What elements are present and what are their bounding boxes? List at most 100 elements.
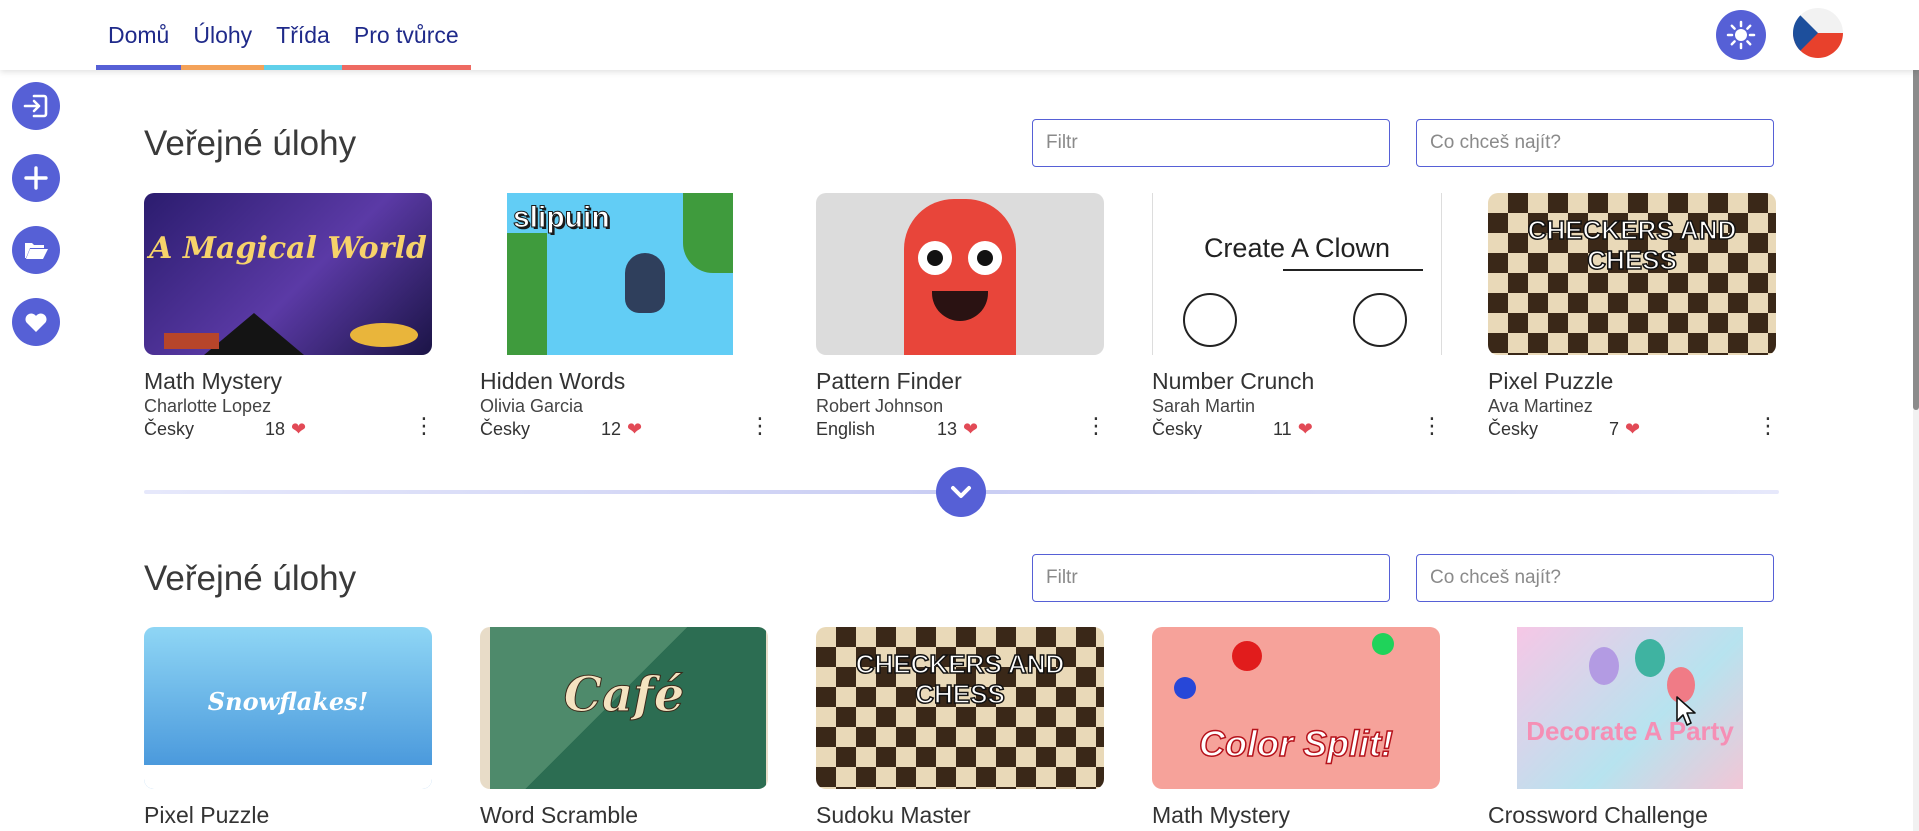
task-thumbnail <box>816 193 1104 355</box>
balloon-graphic <box>1635 639 1665 677</box>
theme-toggle-button[interactable] <box>1716 10 1766 60</box>
filter-input[interactable] <box>1032 554 1390 602</box>
like-count[interactable]: 7 ❤ <box>1609 418 1640 441</box>
section-title: Veřejné úlohy <box>144 124 357 163</box>
task-title: Hidden Words <box>480 368 626 394</box>
thumbnail-caption: CHECKERS AND CHESS <box>1527 214 1737 276</box>
left-sidebar <box>12 82 60 370</box>
search-input[interactable] <box>1416 554 1774 602</box>
favorites-button[interactable] <box>12 298 60 346</box>
thumbnail-scene: Decorate A Party <box>1517 627 1743 789</box>
login-icon <box>23 94 48 118</box>
task-card[interactable]: Café Word Scramble <box>480 627 769 829</box>
task-language: Česky <box>480 419 531 439</box>
tab-tasks-label: Úlohy <box>193 21 253 48</box>
czech-flag-icon <box>1793 8 1843 58</box>
tab-home[interactable]: Domů <box>96 0 182 70</box>
task-thumbnail: CHECKERS AND CHESS <box>816 627 1104 789</box>
like-number: 7 <box>1609 419 1620 439</box>
tab-class-underline <box>264 65 342 70</box>
like-count[interactable]: 12 ❤ <box>601 418 642 441</box>
task-card[interactable]: Snowflakes! Pixel Puzzle <box>144 627 433 829</box>
thumbnail-caption: Snowflakes! <box>207 687 369 716</box>
task-title: Math Mystery <box>1152 802 1291 828</box>
thumbnail-caption: Café <box>563 667 685 724</box>
clown-face-graphic <box>1183 293 1237 347</box>
create-task-button[interactable] <box>12 154 60 202</box>
thumbnail-caption: CHECKERS AND CHESS <box>855 648 1065 710</box>
dot-graphic <box>1372 633 1394 655</box>
task-thumbnail: A Magical World <box>144 193 432 355</box>
thumbnail-caption: Decorate A Party <box>1526 716 1734 746</box>
tab-for-creators[interactable]: Pro tvůrce <box>341 0 471 70</box>
more-options-icon[interactable]: ⋮ <box>1085 415 1107 437</box>
tab-class[interactable]: Třída <box>264 0 342 70</box>
task-language: Česky <box>1488 419 1539 439</box>
task-language: Česky <box>144 419 195 439</box>
task-card[interactable]: slipuin Hidden Words Olivia Garcia Česky… <box>480 193 771 441</box>
task-author: Charlotte Lopez <box>144 396 272 416</box>
task-card[interactable]: CHECKERS AND CHESS Pixel Puzzle Ava Mart… <box>1488 193 1779 441</box>
more-options-icon[interactable]: ⋮ <box>1757 415 1779 437</box>
task-thumbnail: slipuin <box>480 193 768 355</box>
task-title: Pattern Finder <box>816 368 962 394</box>
language-button[interactable] <box>1793 8 1843 58</box>
caption-strip <box>144 765 432 789</box>
task-card[interactable]: Color Split! Math Mystery <box>1152 627 1441 829</box>
thumbnail-caption: Create A Clown <box>1203 233 1391 263</box>
more-options-icon[interactable]: ⋮ <box>1421 415 1443 437</box>
thumbnail-caption: Color Split! <box>1198 722 1393 765</box>
task-title: Sudoku Master <box>816 802 971 828</box>
page-scrollbar[interactable] <box>1913 0 1919 831</box>
more-options-icon[interactable]: ⋮ <box>413 415 435 437</box>
like-count[interactable]: 11 ❤ <box>1273 418 1313 441</box>
like-number: 18 <box>265 419 286 439</box>
search-input[interactable] <box>1416 119 1774 167</box>
filter-input[interactable] <box>1032 119 1390 167</box>
task-title: Pixel Puzzle <box>1488 368 1614 394</box>
tab-tasks-underline <box>181 65 265 70</box>
login-button[interactable] <box>12 82 60 130</box>
task-title: Pixel Puzzle <box>144 802 270 828</box>
tree-graphic <box>683 193 733 273</box>
penguin-graphic <box>625 253 665 313</box>
heart-icon: ❤ <box>627 419 643 439</box>
heart-icon <box>25 313 47 332</box>
task-card[interactable]: Create A Clown Number Crunch Sarah Marti… <box>1152 193 1443 441</box>
task-meta: Česky 7 ❤ ⋮ <box>1488 415 1779 441</box>
task-card[interactable]: CHECKERS AND CHESS Sudoku Master <box>816 627 1105 829</box>
sun-icon <box>1726 20 1756 50</box>
task-author: Olivia Garcia <box>480 396 584 416</box>
task-thumbnail: Decorate A Party <box>1488 627 1776 789</box>
tree-graphic <box>507 233 547 355</box>
tab-for-creators-label: Pro tvůrce <box>353 21 459 48</box>
like-number: 12 <box>601 419 622 439</box>
task-title: Word Scramble <box>480 802 639 828</box>
more-options-icon[interactable]: ⋮ <box>749 415 771 437</box>
like-number: 11 <box>1273 419 1292 439</box>
task-language: English <box>816 419 876 439</box>
task-thumbnail: Café <box>480 627 768 789</box>
task-thumbnail: CHECKERS AND CHESS <box>1488 193 1776 355</box>
task-card-list: Snowflakes! Pixel Puzzle Café Word Scram… <box>144 627 1777 829</box>
mouse-cursor-icon <box>1676 696 1696 726</box>
like-count[interactable]: 13 ❤ <box>937 418 978 441</box>
task-card-list: A Magical World Math Mystery Charlotte L… <box>144 193 1779 441</box>
expand-button[interactable] <box>936 467 986 517</box>
section-title: Veřejné úlohy <box>144 559 357 598</box>
task-card[interactable]: A Magical World Math Mystery Charlotte L… <box>144 193 435 441</box>
thumbnail-caption: slipuin <box>513 201 611 235</box>
task-author: Ava Martinez <box>1488 396 1593 416</box>
open-folder-button[interactable] <box>12 226 60 274</box>
tab-tasks[interactable]: Úlohy <box>181 0 265 70</box>
heart-icon: ❤ <box>1297 419 1313 439</box>
dot-graphic <box>1174 677 1196 699</box>
task-language: Česky <box>1152 419 1203 439</box>
clown-face-graphic <box>1353 293 1407 347</box>
dot-graphic <box>1232 641 1262 671</box>
task-card[interactable]: Decorate A Party Crossword Challenge <box>1488 627 1777 829</box>
task-card[interactable]: Pattern Finder Robert Johnson English 13… <box>816 193 1107 441</box>
like-count[interactable]: 18 ❤ <box>265 418 306 441</box>
tab-home-underline <box>96 65 182 70</box>
task-title: Math Mystery <box>144 368 283 394</box>
